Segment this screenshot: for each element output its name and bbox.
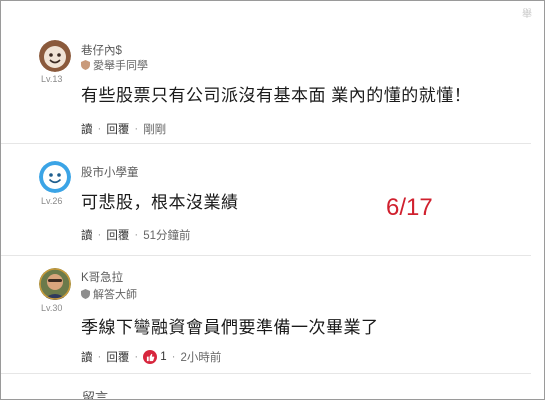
- user-level: Lv.13: [41, 74, 63, 84]
- username[interactable]: K哥急拉: [81, 269, 123, 285]
- avatar[interactable]: [39, 40, 71, 72]
- read-button[interactable]: 讀: [81, 349, 93, 365]
- user-photo-icon: [39, 268, 71, 300]
- timestamp: 51分鐘前: [143, 230, 191, 242]
- comment-item: Lv.13 巷仔內$ 愛舉手同學 有些股票只有公司派沒有基本面 業內的懂的就懂！…: [1, 31, 531, 144]
- reply-button[interactable]: 回覆: [106, 121, 129, 137]
- separator: ·: [134, 229, 139, 241]
- comment-text: 季線下彎融資會員們要準備一次畢業了: [81, 318, 379, 337]
- avatar[interactable]: [39, 161, 71, 193]
- read-button[interactable]: 讀: [81, 227, 93, 243]
- separator: ·: [134, 123, 139, 135]
- comment-text: 可悲股，根本沒業績: [81, 193, 239, 212]
- timestamp: 2小時前: [180, 352, 222, 364]
- shield-icon: [81, 289, 90, 299]
- comment-actions: 讀 · 回覆 · 1 · 2小時前: [81, 349, 221, 365]
- badge-label: 愛舉手同學: [93, 60, 148, 72]
- user-badge: 愛舉手同學: [81, 57, 148, 73]
- user-level: Lv.30: [41, 303, 63, 313]
- thumb-glyph: [146, 353, 155, 361]
- separator: ·: [97, 351, 102, 363]
- comment-actions: 讀 · 回覆 · 51分鐘前: [81, 227, 190, 243]
- comment-actions: 讀 · 回覆 · 剛剛: [81, 121, 166, 137]
- timestamp: 剛剛: [143, 124, 167, 136]
- user-level: Lv.26: [41, 196, 63, 206]
- avatar[interactable]: [39, 268, 71, 300]
- blue-face-icon: [39, 161, 71, 193]
- badge-label: 解答大師: [93, 289, 137, 301]
- thumbs-up-icon[interactable]: [143, 350, 158, 364]
- comment-item: Lv.30 K哥急拉 解答大師 季線下彎融資會員們要準備一次畢業了 讀 · 回覆…: [1, 255, 531, 374]
- username[interactable]: 股市小學童: [81, 164, 139, 180]
- like-count: 1: [160, 351, 167, 363]
- brown-face-icon: [39, 40, 71, 72]
- separator: ·: [97, 229, 102, 241]
- date-annotation: 6/17: [386, 194, 433, 221]
- username[interactable]: 巷仔內$: [81, 42, 122, 58]
- read-button[interactable]: 讀: [81, 121, 93, 137]
- shield-icon: [81, 60, 90, 70]
- reply-button[interactable]: 回覆: [106, 227, 129, 243]
- reply-button[interactable]: 回覆: [106, 349, 129, 365]
- separator: ·: [171, 351, 176, 363]
- leave-message-label[interactable]: 留言: [82, 387, 108, 399]
- separator: ·: [134, 351, 139, 363]
- comment-text: 有些股票只有公司派沒有基本面 業內的懂的就懂！: [81, 86, 472, 105]
- top-bar: 舉: [1, 1, 544, 31]
- separator: ·: [97, 123, 102, 135]
- comment-item: Lv.26 股市小學童 可悲股，根本沒業績 讀 · 回覆 · 51分鐘前: [1, 143, 531, 256]
- comment-panel: 舉 Lv.13 巷仔內$ 愛舉手同學 有些股票只有公司派沒有基本面 業內的懂的就…: [0, 0, 545, 400]
- user-badge: 解答大師: [81, 286, 137, 302]
- report-button[interactable]: 舉: [522, 5, 532, 20]
